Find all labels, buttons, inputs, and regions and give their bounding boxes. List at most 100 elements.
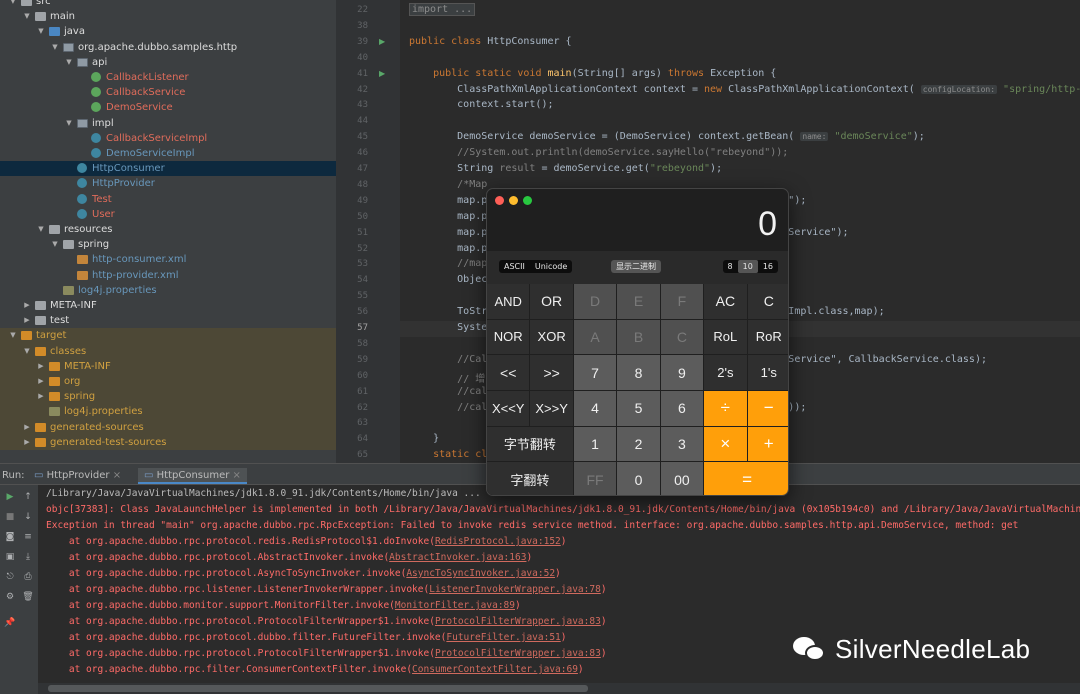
pin-icon[interactable]: 📌: [4, 617, 16, 629]
code-line[interactable]: }: [409, 433, 439, 444]
code-line[interactable]: public class HttpConsumer {: [409, 36, 572, 47]
calculator-key[interactable]: 3: [660, 426, 704, 462]
tree-item[interactable]: HttpProvider: [0, 176, 336, 191]
calculator-key[interactable]: 0: [617, 462, 660, 495]
calculator-key[interactable]: ×: [704, 426, 747, 462]
tree-item[interactable]: DemoServiceImpl: [0, 146, 336, 161]
minimize-window-button[interactable]: [509, 196, 518, 205]
tree-item[interactable]: Test: [0, 192, 336, 207]
scroll-up-icon[interactable]: ↑: [22, 491, 34, 503]
calculator-key[interactable]: >>: [530, 355, 573, 390]
calculator-key[interactable]: 字翻转: [487, 462, 573, 495]
tree-item[interactable]: http-consumer.xml: [0, 252, 336, 267]
calculator-key[interactable]: −: [747, 391, 788, 426]
close-tab-icon[interactable]: ×: [229, 470, 241, 481]
expand-arrow-icon[interactable]: ▼: [64, 55, 74, 70]
calculator-key[interactable]: 字节翻转: [487, 426, 573, 462]
scroll-down-icon[interactable]: ↓: [22, 511, 34, 523]
calculator-key[interactable]: 4: [573, 391, 617, 426]
stacktrace-link[interactable]: FutureFilter.java:51: [446, 632, 560, 643]
code-line[interactable]: public static void main(String[] args) t…: [409, 68, 776, 79]
calculator-key[interactable]: +: [747, 426, 788, 462]
tree-item[interactable]: ▼ spring: [0, 237, 336, 252]
calculator-key[interactable]: C: [747, 284, 788, 319]
expand-arrow-icon[interactable]: ▼: [8, 328, 18, 343]
stacktrace-link[interactable]: AbstractInvoker.java:163: [389, 552, 526, 563]
base-selector[interactable]: 8 10 16: [722, 260, 778, 273]
tree-item[interactable]: CallbackService: [0, 85, 336, 100]
base-option[interactable]: 8: [723, 260, 738, 273]
calculator-key[interactable]: AND: [487, 284, 530, 319]
calculator-key[interactable]: <<: [487, 355, 530, 390]
calculator-key[interactable]: 5: [617, 391, 660, 426]
maximize-window-button[interactable]: [523, 196, 532, 205]
run-tab[interactable]: ▭ HttpProvider ×: [28, 468, 127, 484]
run-tab[interactable]: ▭ HttpConsumer ×: [138, 468, 247, 484]
settings-icon[interactable]: ⚙: [4, 591, 16, 603]
tree-item[interactable]: ▶ META-INF: [0, 298, 336, 313]
tree-item[interactable]: DemoService: [0, 100, 336, 115]
collapse-arrow-icon[interactable]: ▶: [36, 389, 46, 404]
calculator-key[interactable]: 1: [573, 426, 617, 462]
stacktrace-link[interactable]: ProtocolFilterWrapper.java:83: [435, 616, 601, 627]
expand-arrow-icon[interactable]: ▼: [8, 0, 18, 9]
trash-icon[interactable]: 🗑: [22, 591, 34, 603]
code-line[interactable]: ClassPathXmlApplicationContext context =…: [409, 84, 1080, 95]
calculator-key[interactable]: RoL: [704, 319, 747, 355]
tree-item[interactable]: HttpConsumer: [0, 161, 336, 177]
code-line[interactable]: context.start();: [409, 99, 553, 110]
base-option[interactable]: 16: [758, 260, 778, 273]
close-window-button[interactable]: [495, 196, 504, 205]
console-horizontal-scrollbar[interactable]: [38, 683, 1080, 694]
collapse-arrow-icon[interactable]: ▶: [36, 359, 46, 374]
tree-item[interactable]: ▼ java: [0, 24, 336, 39]
expand-arrow-icon[interactable]: ▼: [50, 237, 60, 252]
tree-item[interactable]: ▼ org.apache.dubbo.samples.http: [0, 40, 336, 55]
tree-item[interactable]: ▶ generated-test-sources: [0, 434, 336, 450]
tree-item[interactable]: ▶ spring: [0, 389, 336, 405]
tree-item[interactable]: ▶ org: [0, 374, 336, 390]
code-line[interactable]: /*Map: [409, 179, 487, 190]
exit-icon[interactable]: ⎋: [4, 571, 16, 583]
tree-item[interactable]: User: [0, 207, 336, 222]
tree-item[interactable]: ▼ impl: [0, 116, 336, 131]
tree-item[interactable]: ▼ main: [0, 9, 336, 24]
calculator-key[interactable]: 6: [660, 391, 704, 426]
stacktrace-link[interactable]: RedisProtocol.java:152: [435, 536, 561, 547]
expand-arrow-icon[interactable]: ▼: [64, 116, 74, 131]
scrollbar-thumb[interactable]: [48, 685, 588, 692]
calculator-key[interactable]: 2: [617, 426, 660, 462]
tree-item[interactable]: ▼ api: [0, 55, 336, 70]
stacktrace-link[interactable]: MonitorFilter.java:89: [395, 600, 515, 611]
show-binary-toggle[interactable]: 显示二进制: [611, 260, 661, 273]
code-line[interactable]: import ...: [409, 3, 476, 16]
calculator-key[interactable]: XOR: [530, 319, 573, 355]
code-line[interactable]: //map: [409, 258, 487, 269]
tree-item[interactable]: ▼ classes: [0, 343, 336, 359]
code-line[interactable]: String result = demoService.get("rebeyon…: [409, 163, 722, 174]
encoding-option[interactable]: ASCII: [499, 260, 530, 273]
calculator-key[interactable]: AC: [704, 284, 747, 319]
calculator-key[interactable]: 00: [660, 462, 704, 495]
tree-scrollbar[interactable]: [336, 0, 346, 463]
calculator-key[interactable]: NOR: [487, 319, 530, 355]
calculator-key[interactable]: =: [704, 462, 788, 495]
calculator-key[interactable]: 9: [660, 355, 704, 390]
scroll-to-end-icon[interactable]: ⤓: [22, 551, 34, 563]
collapse-arrow-icon[interactable]: ▶: [22, 298, 32, 313]
tree-item[interactable]: ▶ test: [0, 313, 336, 328]
close-tab-icon[interactable]: ×: [110, 470, 121, 481]
code-line[interactable]: Syste: [409, 322, 487, 333]
expand-arrow-icon[interactable]: ▼: [50, 40, 60, 55]
calculator-window[interactable]: 0 ASCII Unicode 显示二进制 8 10 16 AND OR D E F AC C NO…: [486, 188, 789, 496]
code-line[interactable]: //System.out.println(demoService.sayHell…: [409, 147, 788, 158]
stop-icon[interactable]: ■: [4, 511, 16, 523]
calculator-key[interactable]: ÷: [704, 391, 747, 426]
camera-icon[interactable]: ◙: [4, 531, 16, 543]
calculator-key[interactable]: 8: [617, 355, 660, 390]
tree-item[interactable]: http-provider.xml: [0, 268, 336, 283]
stacktrace-link[interactable]: AsyncToSyncInvoker.java:52: [406, 568, 555, 579]
tree-item[interactable]: ▼ target: [0, 328, 336, 344]
encoding-option[interactable]: Unicode: [530, 260, 572, 273]
code-line[interactable]: Objec: [409, 274, 487, 285]
